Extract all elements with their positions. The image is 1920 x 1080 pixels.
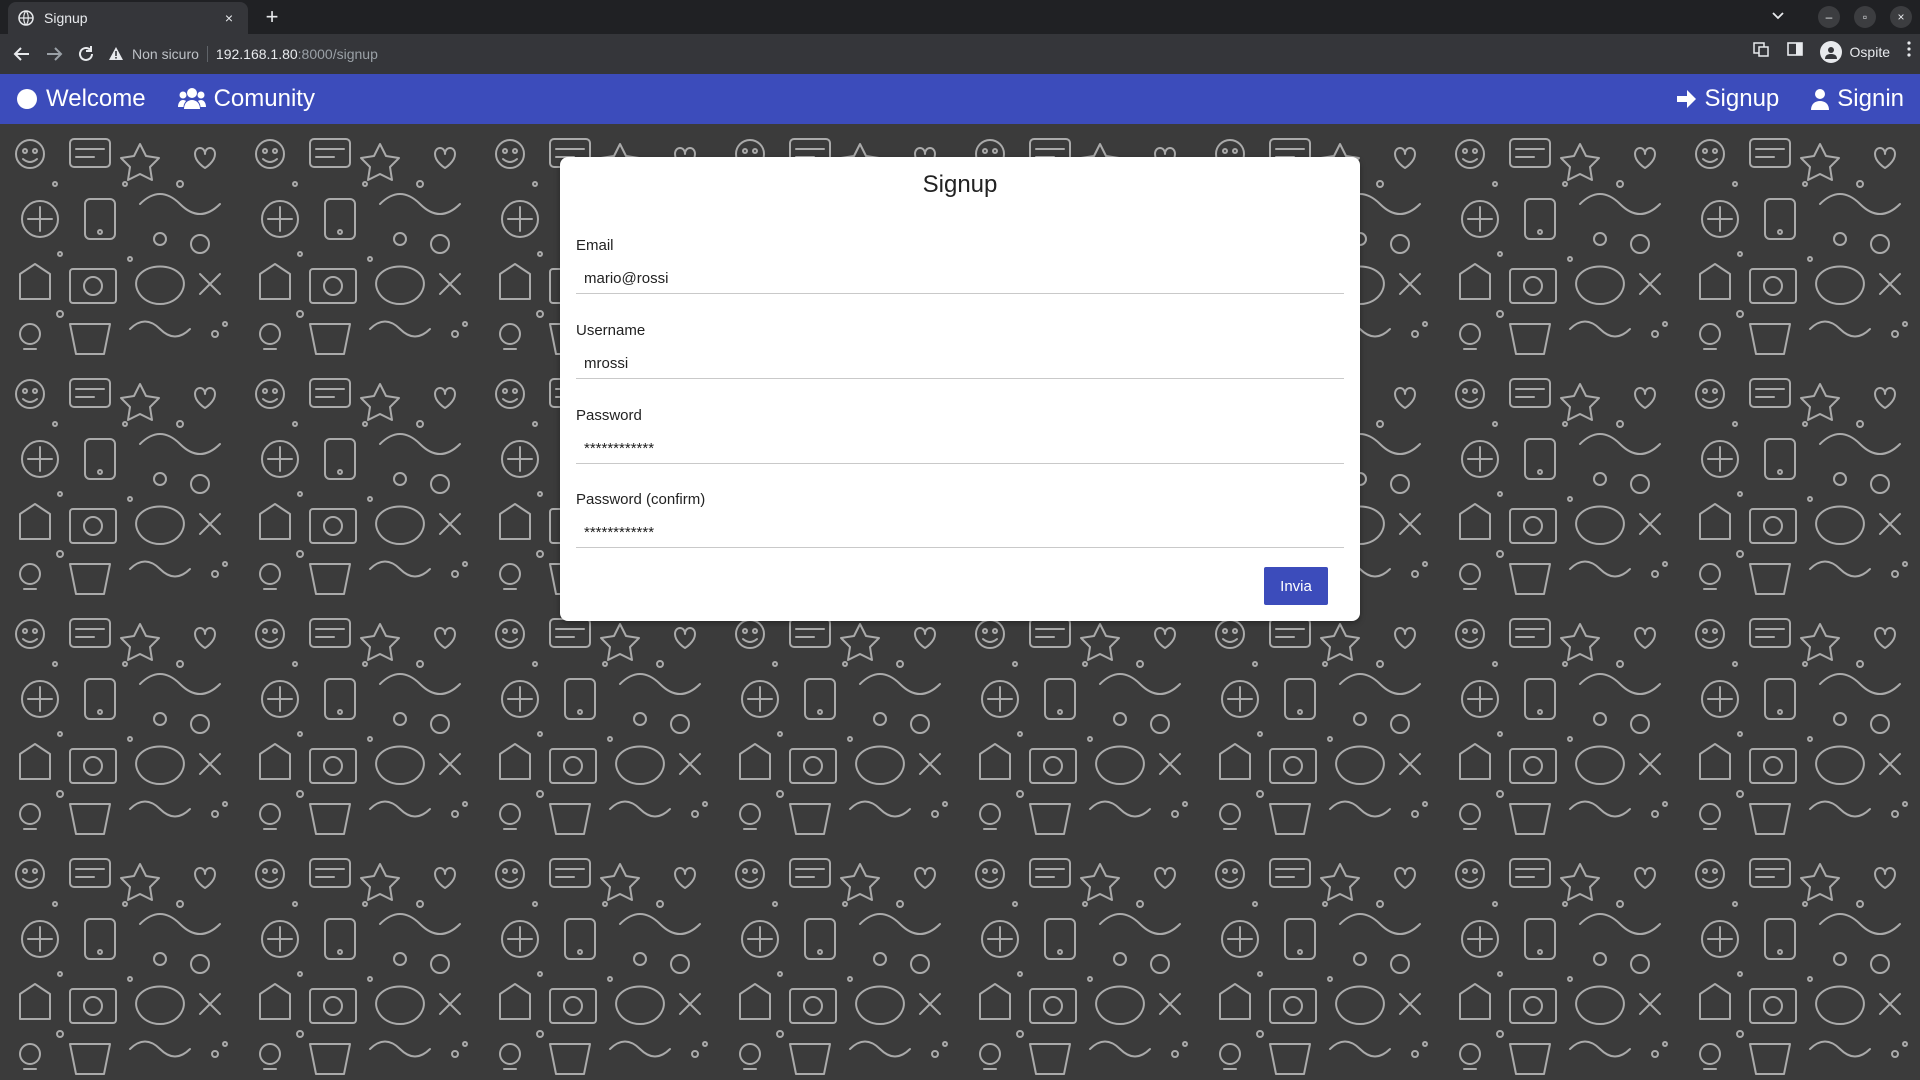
browser-tabstrip: Signup × + – ▫ × [0, 0, 1920, 34]
tab-close-icon[interactable]: × [220, 10, 238, 26]
new-tab-button[interactable]: + [260, 6, 284, 30]
user-icon [1811, 88, 1830, 110]
nav-comunity-label: Comunity [213, 85, 315, 112]
page-title: Signup [922, 171, 998, 198]
username-field-group: Username [576, 322, 1344, 379]
tab-title: Signup [44, 10, 88, 26]
signup-card: Signup Email Username Password Password … [560, 157, 1360, 621]
address-bar[interactable]: Non sicuro 192.168.1.80 :8000/signup [108, 39, 1708, 69]
nav-welcome-link[interactable]: Welcome [16, 85, 146, 113]
security-label[interactable]: Non sicuro [132, 46, 199, 62]
username-label: Username [576, 322, 646, 339]
arrow-right-icon [1675, 88, 1697, 110]
forward-arrow-icon[interactable] [42, 42, 66, 66]
users-icon [177, 87, 206, 111]
toolbar-right: Ospite [1752, 40, 1912, 63]
nav-comunity-link[interactable]: Comunity [177, 85, 315, 113]
username-input[interactable] [576, 349, 1344, 379]
window-controls: – ▫ × [1818, 6, 1912, 28]
nav-signup-label: Signup [1704, 85, 1780, 112]
password-confirm-input[interactable] [576, 518, 1344, 548]
kebab-menu-icon[interactable] [1906, 40, 1912, 63]
url-host: 192.168.1.80 [215, 46, 298, 62]
side-panel-icon[interactable] [1786, 40, 1804, 63]
back-arrow-icon[interactable] [10, 42, 34, 66]
globe-icon [18, 10, 34, 26]
submit-button[interactable]: Invia [1264, 567, 1328, 605]
password-confirm-label: Password (confirm) [576, 491, 706, 508]
nav-signin-label: Signin [1837, 85, 1904, 112]
close-window-button[interactable]: × [1890, 6, 1912, 28]
password-confirm-field-group: Password (confirm) [576, 491, 1344, 548]
browser-tab-signup[interactable]: Signup × [8, 2, 248, 34]
email-input[interactable] [576, 264, 1344, 294]
translate-icon[interactable] [1752, 40, 1770, 63]
reload-icon[interactable] [74, 42, 98, 66]
minimize-button[interactable]: – [1818, 6, 1840, 28]
email-field-group: Email [576, 237, 1344, 294]
email-label: Email [576, 237, 614, 254]
navbar-right: Signup Signin [1675, 85, 1904, 113]
password-label: Password [576, 407, 642, 424]
warning-icon [108, 46, 124, 62]
browser-toolbar: Non sicuro 192.168.1.80 :8000/signup Osp… [0, 34, 1920, 74]
navbar-left: Welcome Comunity [16, 85, 315, 113]
maximize-button[interactable]: ▫ [1854, 6, 1876, 28]
nav-signup-link[interactable]: Signup [1675, 85, 1780, 113]
profile-avatar-icon [1819, 40, 1842, 63]
profile-button[interactable]: Ospite [1819, 40, 1890, 63]
password-input[interactable] [576, 434, 1344, 464]
password-field-group: Password [576, 407, 1344, 464]
nav-signin-link[interactable]: Signin [1811, 85, 1904, 113]
url-path: :8000/signup [297, 46, 378, 62]
app-navbar: Welcome Comunity Signup Signin [0, 74, 1920, 124]
profile-label: Ospite [1849, 43, 1890, 60]
circle-icon [16, 88, 38, 110]
nav-welcome-label: Welcome [46, 85, 146, 112]
tab-search-chevron-icon[interactable] [1771, 8, 1785, 25]
address-divider [206, 46, 208, 62]
